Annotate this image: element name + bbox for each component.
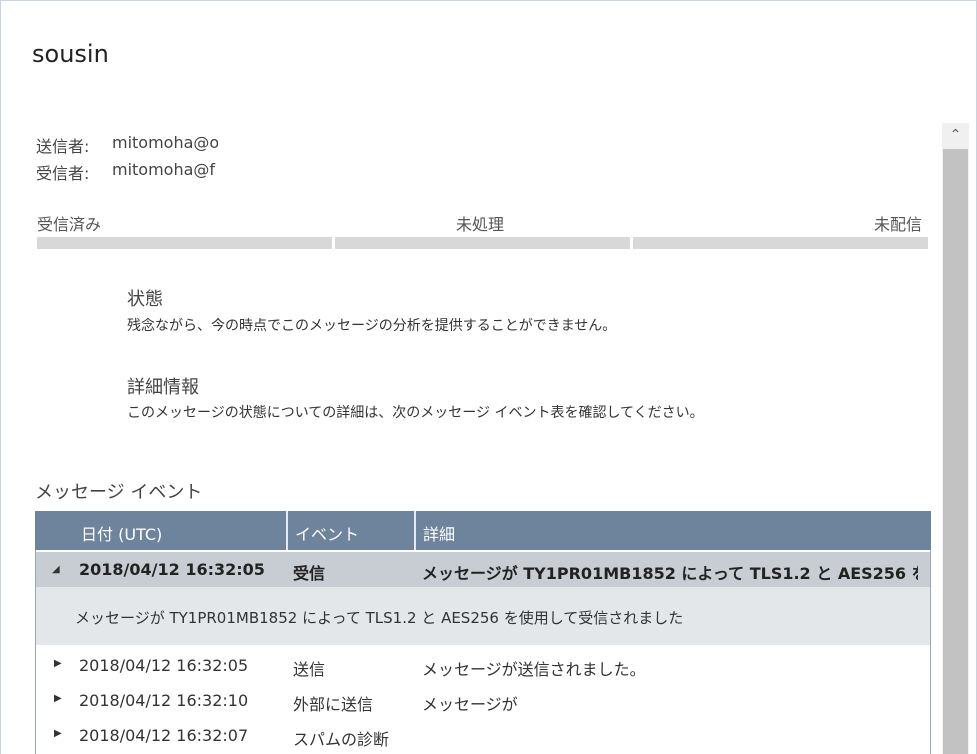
details-heading: 詳細情報 — [127, 377, 199, 398]
row-event: 受信 — [293, 564, 326, 583]
table-row[interactable]: ▶ 2018/04/12 16:32:05 送信 メッセージが送信されました。 — [35, 648, 931, 684]
sender-label: 送信者: — [36, 137, 90, 156]
table-row[interactable]: ▶ 2018/04/12 16:32:07 スパムの診断 — [35, 718, 931, 754]
stage-received: 受信済み — [37, 215, 102, 234]
triangle-right-icon[interactable]: ▶ — [54, 658, 62, 669]
triangle-down-left-icon[interactable]: ◢ — [52, 564, 60, 575]
row-event: 送信 — [293, 660, 326, 679]
sender-line: 送信者: mitomoha@o — [36, 133, 218, 157]
recipient-label: 受信者: — [36, 164, 90, 183]
recipient-value: mitomoha@f — [112, 160, 216, 179]
row-event: 外部に送信 — [293, 695, 374, 714]
row-detail: メッセージが — [422, 695, 518, 714]
row-date: 2018/04/12 16:32:10 — [79, 691, 249, 710]
page-title: sousin — [32, 40, 109, 68]
chevron-up-icon[interactable]: ⌃ — [942, 123, 969, 148]
column-header-event[interactable]: イベント — [295, 521, 359, 545]
table-row[interactable]: ▶ 2018/04/12 16:32:10 外部に送信 メッセージが — [35, 683, 931, 719]
status-text: 残念ながら、今の時点でこのメッセージの分析を提供することができません。 — [127, 318, 617, 334]
expanded-detail-text: メッセージが TY1PR01MB1852 によって TLS1.2 と AES25… — [75, 609, 684, 627]
progress-segment-1 — [37, 237, 332, 249]
row-date: 2018/04/12 16:32:05 — [79, 560, 265, 579]
table-header: 日付 (UTC) イベント 詳細 — [35, 511, 931, 550]
row-date: 2018/04/12 16:32:05 — [79, 656, 249, 675]
details-text: このメッセージの状態についての詳細は、次のメッセージ イベント表を確認してくださ… — [127, 405, 704, 421]
scrollbar-thumb[interactable] — [943, 149, 968, 754]
row-event: スパムの診断 — [293, 730, 390, 749]
stage-pending: 未処理 — [456, 215, 505, 234]
column-header-date[interactable]: 日付 (UTC) — [81, 521, 162, 545]
row-detail: メッセージが TY1PR01MB1852 によって TLS1.2 と AES25… — [422, 564, 918, 583]
progress-segment-2 — [335, 237, 630, 249]
row-detail: メッセージが送信されました。 — [422, 660, 646, 679]
triangle-right-icon[interactable]: ▶ — [54, 728, 62, 739]
stage-undelivered: 未配信 — [874, 215, 923, 234]
row-date: 2018/04/12 16:32:07 — [79, 726, 249, 745]
row-expanded-detail: メッセージが TY1PR01MB1852 によって TLS1.2 と AES25… — [35, 587, 931, 645]
column-divider — [286, 511, 288, 550]
recipient-line: 受信者: mitomoha@f — [36, 160, 218, 184]
sender-value: mitomoha@o — [112, 133, 218, 152]
status-heading: 状態 — [127, 289, 163, 310]
events-heading: メッセージ イベント — [35, 482, 203, 503]
column-header-detail[interactable]: 詳細 — [423, 521, 455, 545]
events-table: 日付 (UTC) イベント 詳細 ◢ 2018/04/12 16:32:05 受… — [35, 511, 931, 754]
vertical-scrollbar[interactable]: ⌃ — [942, 123, 969, 754]
progress-segment-3 — [633, 237, 928, 249]
column-divider — [414, 511, 416, 550]
triangle-right-icon[interactable]: ▶ — [54, 693, 62, 704]
table-row-selected[interactable]: ◢ 2018/04/12 16:32:05 受信 メッセージが TY1PR01M… — [35, 552, 931, 588]
